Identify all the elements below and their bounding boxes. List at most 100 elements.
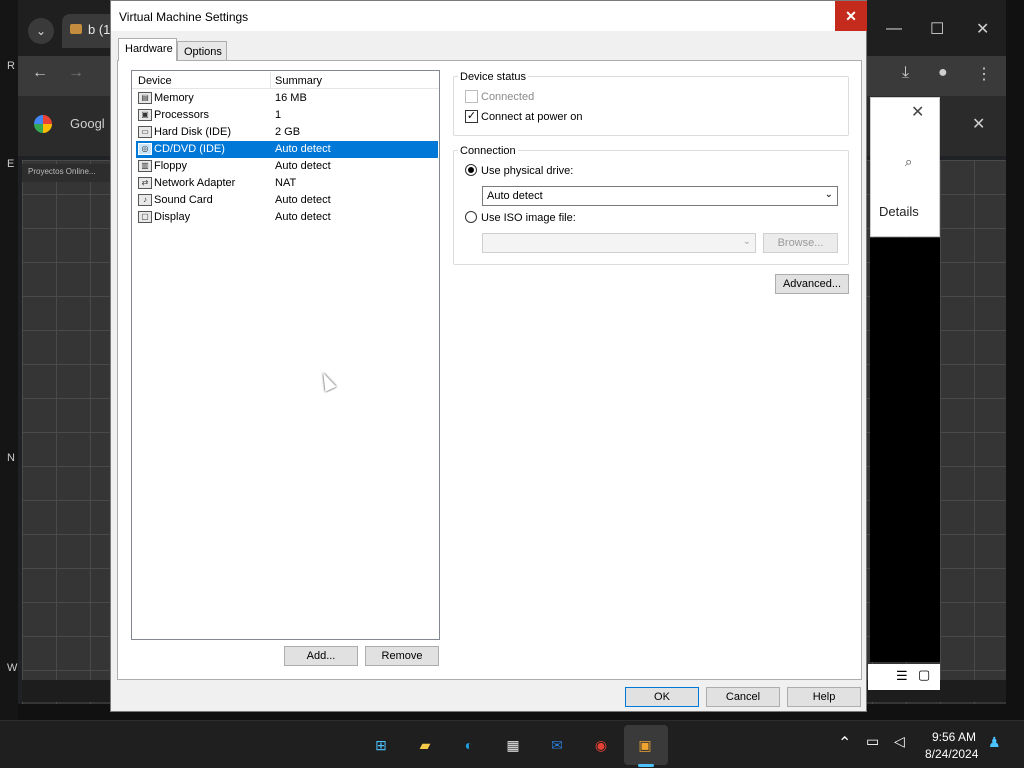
network-icon[interactable]: ▭ [866,733,879,750]
dialog-title: Virtual Machine Settings [119,10,249,24]
use-iso-image-label: Use ISO image file: [481,212,576,224]
cancel-button[interactable]: Cancel [706,687,780,707]
device-name: Floppy [154,160,188,172]
tab-favicon-icon [70,24,82,34]
list-view-icon[interactable]: ☰ [896,668,908,684]
connected-label: Connected [481,91,535,103]
tab-hardware-label: Hardware [125,43,173,55]
device-summary: 2 GB [275,126,301,138]
device-name: CD/DVD (IDE) [154,143,225,155]
minimize-icon[interactable]: — [886,20,902,38]
advanced-button[interactable]: Advanced... [775,274,849,294]
chrome-icon[interactable]: ◉ [587,731,615,759]
active-app-indicator [638,764,654,767]
tab-search-chevron-icon[interactable]: ⌄ [28,18,54,44]
device-name: Processors [154,109,210,121]
device-status-group: Device status Connected ✓ Connect at pow… [453,71,849,136]
connect-at-power-on-label: Connect at power on [481,111,583,123]
vmware-icon[interactable]: ▣ [631,731,659,759]
desktop-edge-letter: N [7,452,15,464]
device-summary: 1 [275,109,282,121]
device-summary: Auto detect [275,160,331,172]
device-summary: 16 MB [275,92,307,104]
physical-drive-select[interactable]: Auto detect ⌄ [482,186,838,206]
clock-time[interactable]: 9:56 AM [932,730,976,744]
use-physical-drive-radio[interactable] [465,164,477,176]
device-row[interactable]: ♪ Sound Card Auto detect [136,192,438,209]
device-summary: Auto detect [275,211,331,223]
find-close-icon[interactable]: ✕ [911,102,924,122]
tab-options-label: Options [184,46,222,58]
close-button[interactable]: ✕ [835,1,867,31]
device-name: Memory [154,92,194,104]
device-status-title: Device status [458,71,529,83]
iso-image-select[interactable]: ⌄ [482,233,756,253]
iso-chevron-down-icon: ⌄ [742,236,751,247]
close-icon: ✕ [845,8,857,24]
download-icon[interactable]: ⤓ [902,64,909,82]
tab-options[interactable]: Options [177,41,227,62]
use-iso-image-radio[interactable] [465,211,477,223]
use-physical-drive-label: Use physical drive: [481,165,574,177]
maximize-icon[interactable]: ☐ [930,19,944,39]
connected-checkbox[interactable] [465,90,478,103]
device-summary: NAT [275,177,297,189]
device-row[interactable]: ⇄ Network Adapter NAT [136,175,438,192]
forward-icon[interactable]: → [68,64,84,82]
media-panel [870,238,940,662]
physical-drive-value: Auto detect [487,190,543,202]
device-row[interactable]: ▤ Memory 16 MB [136,90,438,107]
google-label: Googl [70,116,105,131]
clock-date[interactable]: 8/24/2024 [925,747,978,761]
remove-button[interactable]: Remove [365,646,439,666]
device-list-header: Device Summary [132,71,439,89]
start-icon[interactable]: ⊞ [367,731,395,759]
search-icon[interactable]: ⌕ [905,154,912,170]
device-row[interactable]: ▢ Display Auto detect [136,209,438,226]
display-icon: ▢ [138,211,152,223]
cd-dvd-icon: ◎ [138,143,152,155]
help-button[interactable]: Help [787,687,861,707]
show-hidden-icons-icon[interactable]: ⌃ [838,733,851,753]
floppy-icon: ▥ [138,160,152,172]
volume-muted-icon[interactable]: ◁ [894,733,905,750]
column-header-summary[interactable]: Summary [275,75,322,87]
device-name: Display [154,211,191,223]
back-icon[interactable]: ← [32,64,48,82]
chrome-close-icon[interactable]: ✕ [976,19,989,39]
notification-bell-icon[interactable]: ♟ [988,734,1001,751]
file-explorer-icon[interactable]: ▰ [411,731,439,759]
profile-icon[interactable]: ● [938,64,948,82]
column-separator[interactable] [270,72,271,88]
tab-hardware[interactable]: Hardware [118,38,177,61]
column-header-device[interactable]: Device [138,75,172,87]
network-adapter-icon: ⇄ [138,177,152,189]
connection-title: Connection [458,145,518,157]
device-row[interactable]: ▥ Floppy Auto detect [136,158,438,175]
dialog-titlebar: Virtual Machine Settings ✕ [111,1,867,31]
banner-close-icon[interactable]: ✕ [972,114,985,134]
chrome-tab-label: b (1 [88,22,111,37]
device-list[interactable]: Device Summary ▤ Memory 16 MB ▣ Processors 1 ▭… [131,70,440,640]
hard-disk-icon: ▭ [138,126,152,138]
device-row[interactable]: ▭ Hard Disk (IDE) 2 GB [136,124,438,141]
details-label[interactable]: Details [879,204,919,219]
view-toggle: ☰ ▢ [868,664,940,690]
chrome-menu-icon[interactable]: ⋮ [976,64,992,84]
windows-taskbar: ⊞ ▰ ◐ ▦ ✉ ◉ ▣ ⌃ ▭ ◁ 9:56 AM 8/24/2024 ♟ [0,720,1024,768]
device-row[interactable]: ◎ CD/DVD (IDE) Auto detect [136,141,438,158]
ok-button[interactable]: OK [625,687,699,707]
browse-button[interactable]: Browse... [763,233,838,253]
connect-at-power-on-checkbox[interactable]: ✓ [465,110,478,123]
add-button[interactable]: Add... [284,646,358,666]
desktop-edge-letter: R [7,60,15,72]
single-view-icon[interactable]: ▢ [918,667,930,683]
chevron-down-icon: ⌄ [824,189,833,200]
device-row[interactable]: ▣ Processors 1 [136,107,438,124]
outlook-icon[interactable]: ✉ [543,731,571,759]
device-name: Hard Disk (IDE) [154,126,232,138]
store-icon[interactable]: ▦ [499,731,527,759]
memory-icon: ▤ [138,92,152,104]
virtual-machine-settings-dialog: Virtual Machine Settings ✕ Hardware Opti… [110,0,867,712]
edge-icon[interactable]: ◐ [455,731,483,759]
